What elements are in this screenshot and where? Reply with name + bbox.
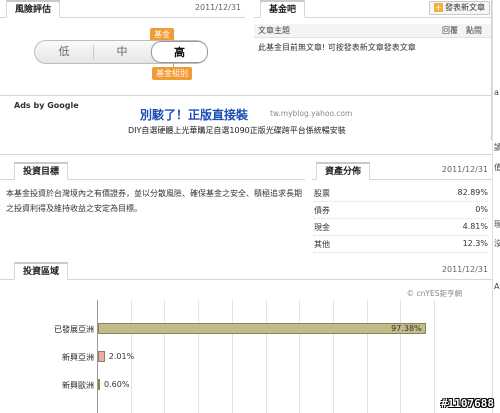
risk-panel-header: 風險評估 2011/12/31 (0, 0, 245, 18)
bar-category-label: 新興亞洲 (62, 353, 94, 362)
cnyes-credit: © cnYES鉅亨網 (406, 289, 462, 298)
bar-category-label: 新興歐洲 (62, 381, 94, 390)
region-bar-chart: 97.38% 2.01% 0.60% (97, 300, 435, 413)
allocation-name: 現金 (314, 223, 330, 232)
risk-level-low: 低 (58, 45, 70, 58)
gridline (198, 300, 200, 413)
allocation-value: 0% (475, 205, 488, 214)
risk-panel-title: 風險評估 (6, 0, 61, 18)
right-strip-char: 讀 (494, 143, 500, 152)
google-ad-block: Ads by Google 別駭了！正版直接裝 tw.myblog.yahoo.… (0, 95, 492, 155)
investment-objective-panel: 投資目標 本基金投資於台灣境內之有價證券，並以分散風險、確保基金之安全、積極追求… (0, 162, 305, 252)
allocation-header: 資產分佈 2011/12/31 (312, 162, 492, 180)
ad-title-link[interactable]: 別駭了！正版直接裝 (140, 106, 248, 123)
risk-level-selector: 低 中 高 (34, 40, 208, 64)
plus-icon: + (434, 3, 443, 12)
gridline (299, 300, 301, 413)
allocation-name: 其他 (314, 240, 330, 249)
fundbar-title: 基金吧 (260, 0, 306, 18)
image-watermark: #1107688 (441, 397, 494, 410)
region-title: 投資區域 (14, 262, 69, 280)
bar-value-label: 97.38% (391, 324, 422, 333)
no-article-message: 此基金目前無文章! 可按發表新文章發表文章 (258, 43, 416, 52)
bar-category-label: 已發展亞洲 (54, 325, 94, 334)
col-subject: 文章主題 (258, 26, 290, 35)
right-strip-char: 值 (494, 163, 500, 172)
right-strip-char: A (494, 282, 500, 291)
gridline (265, 300, 267, 413)
col-reply: 回覆 (442, 26, 458, 35)
allocation-row: 其他 12.3% (314, 239, 488, 253)
fund-group-tag: 基金組別 (152, 67, 192, 80)
bar (98, 323, 427, 334)
allocation-value: 82.89% (457, 188, 488, 197)
allocation-name: 債券 (314, 206, 330, 215)
gridline (164, 300, 166, 413)
bar (98, 351, 105, 362)
gridline (231, 300, 233, 413)
gridline (366, 300, 368, 413)
gridline (332, 300, 334, 413)
allocation-row: 現金 4.81% (314, 222, 488, 236)
risk-assessment-panel: 風險評估 2011/12/31 基金 低 中 高 基金組別 (0, 0, 245, 93)
gridline (400, 300, 402, 413)
investment-region-panel: 投資區域 2011/12/31 © cnYES鉅亨網 97.38% 2.01% 0.… (0, 262, 492, 413)
article-table-header: 文章主題 回覆 點閱 (254, 24, 492, 38)
right-strip-char: 現 (494, 220, 500, 229)
allocation-date: 2011/12/31 (441, 165, 488, 174)
allocation-value: 4.81% (462, 222, 488, 231)
ad-url[interactable]: tw.myblog.yahoo.com (270, 109, 352, 118)
ad-description: DIY自選硬體上光華購足自選1090正版光碟跨平台係統暢安裝 (128, 126, 346, 135)
risk-date: 2011/12/31 (194, 3, 241, 12)
post-button-label: 發表新文章 (445, 3, 485, 12)
objective-text: 本基金投資於台灣境內之有價證券，並以分散風險、確保基金之安全、積極追求長期之投資… (6, 189, 302, 213)
right-edge-strip (492, 0, 500, 413)
right-strip-char: 沒 (494, 239, 500, 248)
col-views: 點閱 (466, 26, 482, 35)
gridline (434, 300, 435, 413)
allocation-row: 股票 82.89% (314, 188, 488, 202)
fund-bar-panel: 基金吧 + 發表新文章 文章主題 回覆 點閱 此基金目前無文章! 可按發表新文章發… (254, 0, 492, 93)
bar-value-label: 0.60% (104, 380, 130, 389)
right-strip-char: a (494, 88, 499, 97)
risk-level-medium: 中 (116, 45, 128, 58)
ads-by-google[interactable]: Ads by Google (14, 101, 79, 110)
allocation-value: 12.3% (462, 239, 488, 248)
allocation-row: 債券 0% (314, 205, 488, 219)
region-date: 2011/12/31 (441, 265, 488, 274)
objective-title: 投資目標 (14, 162, 69, 180)
asset-allocation-panel: 資產分佈 2011/12/31 股票 82.89% 債券 0% 現金 4.81% 其他… (312, 162, 492, 253)
allocation-name: 股票 (314, 189, 330, 198)
objective-header: 投資目標 (0, 162, 305, 180)
risk-level-high: 高 (151, 41, 208, 63)
allocation-title: 資產分佈 (316, 162, 371, 180)
post-new-article-button[interactable]: + 發表新文章 (429, 1, 490, 15)
region-header: 投資區域 2011/12/31 (0, 262, 492, 280)
bar (98, 379, 101, 390)
bar-value-label: 2.01% (108, 352, 135, 361)
